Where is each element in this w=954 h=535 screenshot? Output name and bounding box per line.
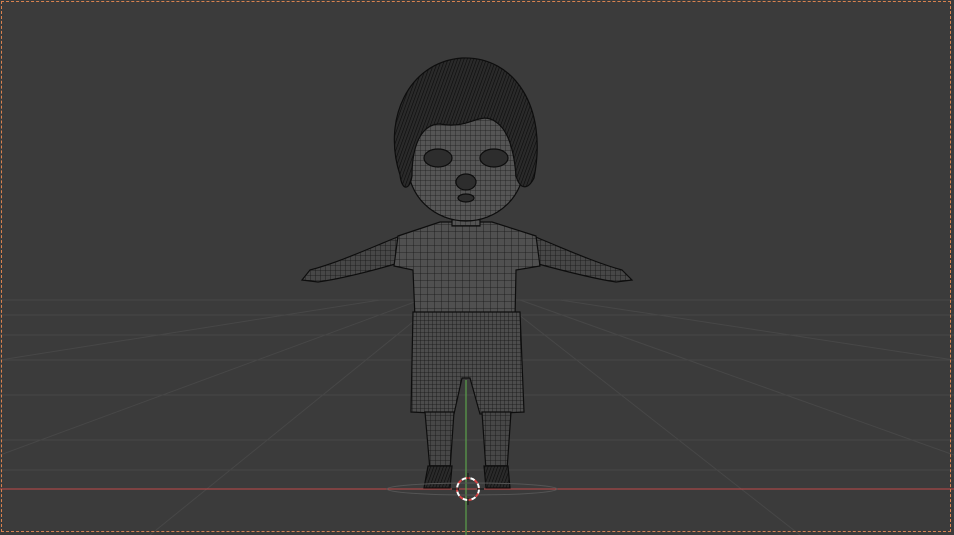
- mouth: [457, 193, 475, 203]
- right-eye: [479, 148, 509, 168]
- 3d-viewport[interactable]: [0, 0, 954, 535]
- left-arm: [300, 235, 403, 283]
- right-leg: [481, 411, 512, 471]
- left-leg: [424, 411, 455, 471]
- right-shoe: [483, 465, 511, 489]
- right-arm: [530, 235, 634, 283]
- nose: [455, 173, 477, 191]
- character-mesh[interactable]: [300, 57, 634, 489]
- shorts: [410, 311, 525, 415]
- viewport-canvas[interactable]: [0, 0, 954, 535]
- left-shoe: [423, 465, 453, 489]
- shirt: [393, 221, 541, 319]
- left-eye: [423, 148, 453, 168]
